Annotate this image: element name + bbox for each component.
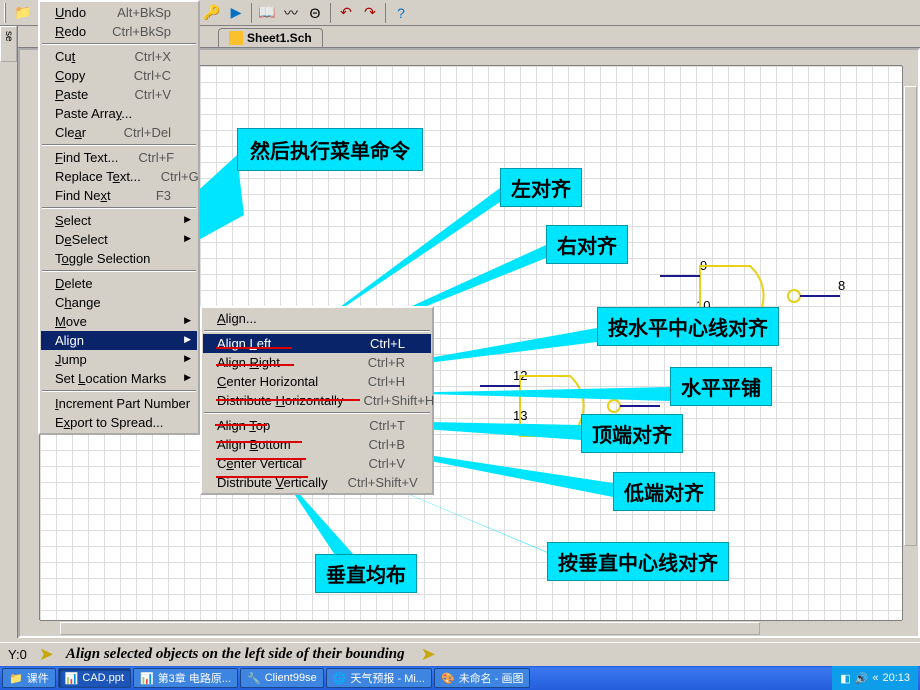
menu-paste[interactable]: PasteCtrl+V xyxy=(41,85,197,104)
menu-export[interactable]: Export to Spread... xyxy=(41,413,197,432)
tray-icon[interactable]: ◧ xyxy=(840,672,850,685)
status-bar: Y:0 ➤ Align selected objects on the left… xyxy=(0,642,920,666)
callout-top: 顶端对齐 xyxy=(581,414,683,453)
scrollbar-horizontal[interactable] xyxy=(40,620,902,636)
callout-center-h: 按水平中心线对齐 xyxy=(597,307,779,346)
menu-paste-array[interactable]: Paste Array... xyxy=(41,104,197,123)
task-btn-3[interactable]: 🔧 Client99se xyxy=(240,668,324,688)
pin-label: 12 xyxy=(513,368,527,383)
sheet-icon xyxy=(229,31,243,45)
menu-select[interactable]: Select xyxy=(41,211,197,230)
status-coord: Y:0 xyxy=(8,647,27,662)
toolbar-grip[interactable] xyxy=(4,3,8,23)
callout-right: 右对齐 xyxy=(546,225,628,264)
left-panel: se xyxy=(0,26,18,638)
callout-dist-v: 垂直均布 xyxy=(315,554,417,593)
submenu-align-bottom[interactable]: Align BottomCtrl+B xyxy=(203,435,431,454)
ruler-vertical xyxy=(20,66,40,620)
tray-icon[interactable]: « xyxy=(872,672,878,684)
callout-bottom: 低端对齐 xyxy=(613,472,715,511)
edit-menu: UndoAlt+BkSp RedoCtrl+BkSp CutCtrl+X Cop… xyxy=(38,0,200,435)
menu-change[interactable]: Change xyxy=(41,293,197,312)
tray-clock[interactable]: 20:13 xyxy=(882,672,910,684)
left-panel-tab[interactable]: se xyxy=(0,26,17,62)
scroll-thumb-h[interactable] xyxy=(60,622,760,635)
pin-label: 13 xyxy=(513,408,527,423)
submenu-center-v[interactable]: Center VerticalCtrl+V xyxy=(203,454,431,473)
task-btn-2[interactable]: 📊 第3章 电路原... xyxy=(133,668,238,688)
status-hint: Align selected objects on the left side … xyxy=(66,646,405,663)
menu-toggle[interactable]: Toggle Selection xyxy=(41,249,197,268)
tray-icon[interactable]: 🔊 xyxy=(855,672,869,685)
scrollbar-vertical[interactable] xyxy=(902,66,918,620)
callout-dist-h: 水平平铺 xyxy=(670,367,772,406)
tb-undo-icon[interactable]: ↶ xyxy=(335,2,357,24)
menu-cut[interactable]: CutCtrl+X xyxy=(41,47,197,66)
task-btn-4[interactable]: 🌐 天气预报 - Mi... xyxy=(326,668,432,688)
menu-deselect[interactable]: DeSelect xyxy=(41,230,197,249)
taskbar: 📁 课件 📊 CAD.ppt 📊 第3章 电路原... 🔧 Client99se… xyxy=(0,666,920,690)
tb-wave-icon[interactable]: 〰 xyxy=(280,2,302,24)
submenu-align-right[interactable]: Align RightCtrl+R xyxy=(203,353,431,372)
menu-copy[interactable]: CopyCtrl+C xyxy=(41,66,197,85)
tb-redo-icon[interactable]: ↷ xyxy=(359,2,381,24)
tab-label: Sheet1.Sch xyxy=(247,31,312,45)
pin-label: 8 xyxy=(838,278,845,293)
pin-label: 11 xyxy=(648,388,662,403)
menu-replace[interactable]: Replace Text...Ctrl+G xyxy=(41,167,197,186)
menu-find-next[interactable]: Find NextF3 xyxy=(41,186,197,205)
menu-delete[interactable]: Delete xyxy=(41,274,197,293)
scroll-thumb-v[interactable] xyxy=(904,86,917,546)
submenu-align[interactable]: Align... xyxy=(203,309,431,328)
tb-key-icon[interactable]: 🔑 xyxy=(201,2,223,24)
task-btn-5[interactable]: 🎨 未命名 - 画图 xyxy=(434,668,530,688)
tb-play-icon[interactable]: ▶ xyxy=(225,2,247,24)
tb-folder-icon[interactable]: 📁 xyxy=(12,2,34,24)
tb-help-icon[interactable]: ? xyxy=(390,2,412,24)
pin-label: 9 xyxy=(700,258,707,273)
task-btn-0[interactable]: 📁 课件 xyxy=(2,668,56,688)
status-arrow-icon: ➤ xyxy=(39,644,54,665)
status-arrow-icon: ➤ xyxy=(421,644,436,665)
tb-book-icon[interactable]: 📖 xyxy=(256,2,278,24)
tab-sheet1[interactable]: Sheet1.Sch xyxy=(218,28,323,47)
menu-setloc[interactable]: Set Location Marks xyxy=(41,369,197,388)
task-btn-1[interactable]: 📊 CAD.ppt xyxy=(58,668,131,688)
callout-center-v: 按垂直中心线对齐 xyxy=(547,542,729,581)
callout-cmd: 然后执行菜单命令 xyxy=(237,128,423,171)
submenu-align-left[interactable]: Align LeftCtrl+L xyxy=(203,334,431,353)
menu-undo[interactable]: UndoAlt+BkSp xyxy=(41,3,197,22)
system-tray[interactable]: ◧ 🔊 « 20:13 xyxy=(832,666,918,690)
menu-increment[interactable]: Increment Part Number xyxy=(41,394,197,413)
tb-theta-icon[interactable]: Θ xyxy=(304,2,326,24)
submenu-center-h[interactable]: Center HorizontalCtrl+H xyxy=(203,372,431,391)
menu-move[interactable]: Move xyxy=(41,312,197,331)
menu-find[interactable]: Find Text...Ctrl+F xyxy=(41,148,197,167)
menu-jump[interactable]: Jump xyxy=(41,350,197,369)
menu-clear[interactable]: ClearCtrl+Del xyxy=(41,123,197,142)
callout-left: 左对齐 xyxy=(500,168,582,207)
menu-redo[interactable]: RedoCtrl+BkSp xyxy=(41,22,197,41)
menu-align[interactable]: Align xyxy=(41,331,197,350)
